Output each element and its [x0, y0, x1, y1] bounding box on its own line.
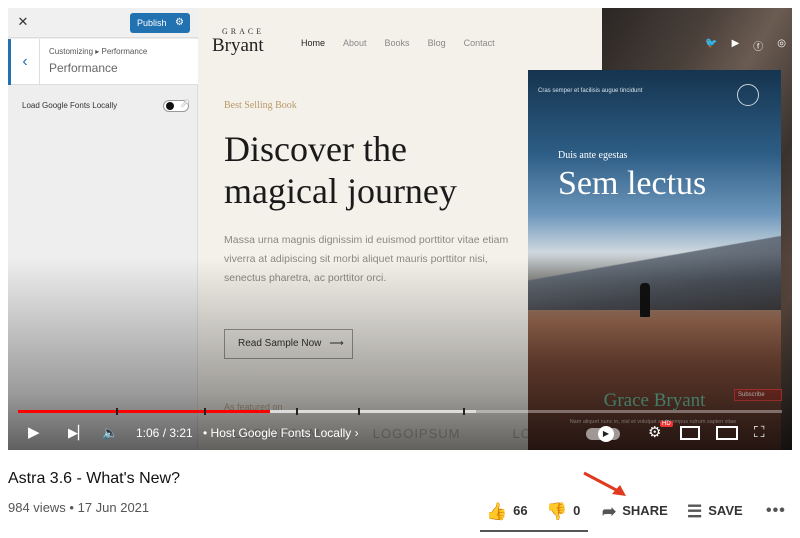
video-player[interactable]: ✕ Publish ⚙ ‹ Customizing ▸ Performance …: [8, 8, 792, 450]
back-chevron-icon[interactable]: ‹: [8, 39, 40, 85]
autoplay-toggle[interactable]: ▶: [586, 426, 620, 442]
customizer-toolbar: ✕ Publish ⚙: [8, 8, 198, 38]
book-subtitle: Duis ante egestas: [558, 150, 628, 161]
played-bar: [18, 410, 271, 413]
customizer-section-header: ‹ Customizing ▸ Performance Performance: [8, 39, 198, 85]
theater-mode-icon[interactable]: [716, 426, 738, 440]
site-logo: Bryant: [212, 35, 264, 56]
like-ratio-fill: [480, 530, 588, 532]
thumbs-up-icon: 👍: [486, 501, 508, 521]
hero-paragraph: Massa urna magnis dignissim id euismod p…: [224, 234, 509, 284]
progress-bar[interactable]: [18, 410, 782, 413]
award-seal-icon: [737, 84, 759, 106]
like-button[interactable]: 👍 66: [486, 496, 528, 526]
share-arrow-icon: ➦: [602, 501, 617, 521]
miniplayer-icon[interactable]: [680, 426, 700, 440]
nav-blog[interactable]: Blog: [428, 38, 446, 48]
dislike-count: 0: [573, 503, 581, 518]
gear-icon[interactable]: ⚙: [175, 13, 184, 33]
like-ratio-bar: [480, 530, 588, 532]
arrow-shaft: [583, 471, 621, 494]
youtube-watch-page: ✕ Publish ⚙ ‹ Customizing ▸ Performance …: [0, 0, 800, 538]
next-icon[interactable]: ▶▏: [68, 422, 88, 444]
book-title: Sem lectus: [558, 165, 707, 202]
like-count: 66: [513, 503, 528, 518]
chapter-marker: [116, 408, 118, 415]
site-nav: Home About Books Blog Contact: [301, 38, 495, 48]
chapter-title[interactable]: • Host Google Fonts Locally ›: [203, 423, 359, 443]
hero-headline: Discover the magical journey: [224, 129, 457, 211]
publish-label: Publish: [137, 18, 167, 28]
dislike-button[interactable]: 👎 0: [546, 496, 580, 526]
play-icon[interactable]: ▶: [28, 422, 40, 444]
video-title: Astra 3.6 - What's New?: [8, 470, 180, 487]
mouse-cursor-icon: ➚: [180, 96, 191, 110]
subscribe-watermark[interactable]: Subscribe: [734, 389, 782, 401]
hero-eyebrow: Best Selling Book: [224, 100, 297, 111]
youtube-icon[interactable]: ▶: [732, 38, 740, 53]
section-title: Performance: [49, 61, 118, 75]
book-tagline: Cras semper et facilisis augue tincidunt: [538, 88, 643, 94]
save-label: SAVE: [708, 503, 743, 518]
chapter-marker: [463, 408, 465, 415]
nav-contact[interactable]: Contact: [464, 38, 495, 48]
playlist-add-icon: ☰: [687, 501, 703, 521]
autoplay-knob: ▶: [598, 426, 614, 442]
publish-button[interactable]: Publish ⚙: [130, 13, 190, 33]
read-sample-label: Read Sample Now: [238, 338, 322, 349]
fullscreen-icon[interactable]: ⛶: [754, 422, 765, 444]
nav-about[interactable]: About: [343, 38, 367, 48]
share-button[interactable]: ➦ SHARE: [602, 496, 668, 526]
close-icon[interactable]: ✕: [16, 14, 30, 30]
instagram-icon[interactable]: ◎: [777, 38, 786, 53]
hd-badge: HD: [660, 421, 673, 427]
facebook-icon[interactable]: ⓕ: [753, 38, 763, 53]
social-icons: 🐦 ▶ ⓕ ◎: [705, 38, 786, 53]
walking-figure: [640, 283, 650, 317]
more-options-icon[interactable]: •••: [766, 496, 786, 526]
nav-books[interactable]: Books: [385, 38, 410, 48]
mountains: [528, 230, 781, 310]
twitter-icon[interactable]: 🐦: [705, 38, 717, 53]
arrow-right-icon: ⟶: [329, 338, 344, 349]
save-button[interactable]: ☰ SAVE: [687, 496, 743, 526]
toggle-knob: [166, 102, 174, 110]
thumbs-down-icon: 👎: [546, 501, 568, 521]
volume-icon[interactable]: 🔈: [102, 422, 118, 444]
chapter-marker: [204, 408, 206, 415]
option-label: Load Google Fonts Locally: [22, 101, 118, 110]
share-label: SHARE: [622, 503, 668, 518]
chapter-marker: [296, 408, 298, 415]
nav-home[interactable]: Home: [301, 38, 325, 48]
read-sample-button[interactable]: Read Sample Now ⟶: [224, 329, 353, 359]
player-controls: ▶ ▶▏ 🔈 1:06 / 3:21 • Host Google Fonts L…: [8, 418, 792, 450]
breadcrumb: Customizing ▸ Performance: [49, 47, 148, 56]
customizer-panel: ✕ Publish ⚙ ‹ Customizing ▸ Performance …: [8, 8, 198, 450]
time-display: 1:06 / 3:21: [136, 426, 193, 440]
chapter-marker: [358, 408, 360, 415]
video-meta: 984 views • 17 Jun 2021: [8, 500, 150, 515]
